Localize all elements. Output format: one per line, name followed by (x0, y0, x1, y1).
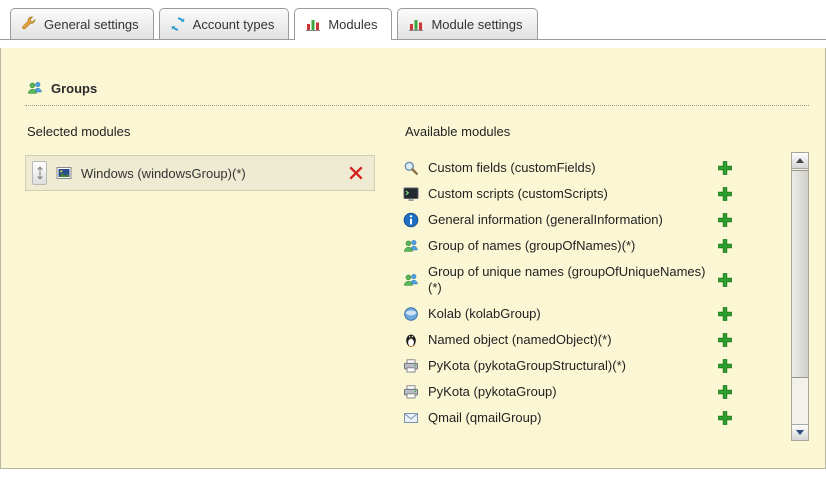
tab-label: General settings (44, 17, 139, 32)
green-plus-icon (717, 186, 733, 202)
section-title: Groups (51, 81, 97, 96)
scroll-down-button[interactable] (792, 424, 808, 440)
module-label: Custom scripts (customScripts) (428, 186, 608, 202)
printer-icon (403, 384, 419, 400)
wrench-icon (21, 16, 37, 32)
add-module-button[interactable] (717, 410, 733, 426)
green-plus-icon (717, 272, 733, 288)
module-label: Kolab (kolabGroup) (428, 306, 541, 322)
module-label: General information (generalInformation) (428, 212, 663, 228)
tab-account-types[interactable]: Account types (159, 8, 290, 39)
green-plus-icon (717, 212, 733, 228)
terminal-icon (403, 186, 419, 202)
bar-chart-icon (305, 16, 321, 32)
printer-icon (403, 358, 419, 374)
list-item: Custom scripts (customScripts) (403, 181, 733, 207)
list-item: Kolab (kolabGroup) (403, 301, 733, 327)
picture-icon (56, 165, 72, 181)
add-module-button[interactable] (717, 160, 733, 176)
tab-label: Modules (328, 17, 377, 32)
groups-icon (403, 272, 419, 288)
list-item: Group of names (groupOfNames)(*) (403, 233, 733, 259)
red-x-icon (348, 165, 364, 181)
module-label: PyKota (pykotaGroupStructural)(*) (428, 358, 626, 374)
tab-label: Account types (193, 17, 275, 32)
add-module-button[interactable] (717, 212, 733, 228)
green-plus-icon (717, 358, 733, 374)
scrollbar-thumb[interactable] (792, 170, 808, 378)
list-item: Qmail (qmailGroup) (403, 405, 733, 431)
groups-icon (403, 238, 419, 254)
green-plus-icon (717, 332, 733, 348)
envelope-icon (403, 410, 419, 426)
module-label: Qmail (qmailGroup) (428, 410, 541, 426)
modules-config-page: General settings Account types Modules M… (0, 0, 826, 481)
module-label: Named object (namedObject)(*) (428, 332, 612, 348)
add-module-button[interactable] (717, 186, 733, 202)
add-module-button[interactable] (717, 238, 733, 254)
selected-modules-heading: Selected modules (27, 124, 403, 139)
add-module-button[interactable] (717, 306, 733, 322)
scroll-up-button[interactable] (792, 153, 808, 169)
list-item: PyKota (pykotaGroupStructural)(*) (403, 353, 733, 379)
modules-panel: Groups Selected modules Windows (windows… (0, 48, 826, 469)
magnifier-icon (403, 160, 419, 176)
green-plus-icon (717, 384, 733, 400)
module-label: Group of unique names (groupOfUniqueName… (428, 264, 708, 296)
selected-module-label: Windows (windowsGroup)(*) (81, 166, 339, 181)
green-plus-icon (717, 410, 733, 426)
list-item: Custom fields (customFields) (403, 155, 733, 181)
selected-module-windows: Windows (windowsGroup)(*) (25, 155, 375, 191)
green-plus-icon (717, 160, 733, 176)
list-item: General information (generalInformation) (403, 207, 733, 233)
penguin-icon (403, 332, 419, 348)
green-plus-icon (717, 306, 733, 322)
tab-general-settings[interactable]: General settings (10, 8, 154, 39)
tab-module-settings[interactable]: Module settings (397, 8, 537, 39)
sync-arrows-icon (170, 16, 186, 32)
groups-section-heading: Groups (25, 80, 809, 106)
bar-chart-icon (408, 16, 424, 32)
add-module-button[interactable] (717, 384, 733, 400)
chevron-up-icon (796, 158, 804, 163)
available-modules-heading: Available modules (405, 124, 775, 139)
selected-modules-column: Selected modules Windows (windowsGroup)(… (25, 122, 403, 431)
drag-handle-icon[interactable] (32, 161, 47, 185)
add-module-button[interactable] (717, 358, 733, 374)
module-label: Custom fields (customFields) (428, 160, 596, 176)
add-module-button[interactable] (717, 272, 733, 288)
tab-bar: General settings Account types Modules M… (0, 0, 826, 40)
list-item: Group of unique names (groupOfUniqueName… (403, 259, 733, 301)
list-item: Named object (namedObject)(*) (403, 327, 733, 353)
available-modules-column: Available modules Custom fields (customF… (403, 122, 775, 431)
module-label: PyKota (pykotaGroup) (428, 384, 557, 400)
groups-icon (27, 80, 43, 96)
tab-modules[interactable]: Modules (294, 8, 392, 40)
module-label: Group of names (groupOfNames)(*) (428, 238, 635, 254)
available-modules-list: Custom fields (customFields) Custom scri… (403, 155, 775, 431)
remove-module-button[interactable] (348, 165, 364, 181)
chevron-down-icon (796, 430, 804, 435)
add-module-button[interactable] (717, 332, 733, 348)
scrollbar[interactable] (791, 152, 809, 441)
list-item: PyKota (pykotaGroup) (403, 379, 733, 405)
info-icon (403, 212, 419, 228)
green-plus-icon (717, 238, 733, 254)
tab-label: Module settings (431, 17, 522, 32)
kolab-icon (403, 306, 419, 322)
